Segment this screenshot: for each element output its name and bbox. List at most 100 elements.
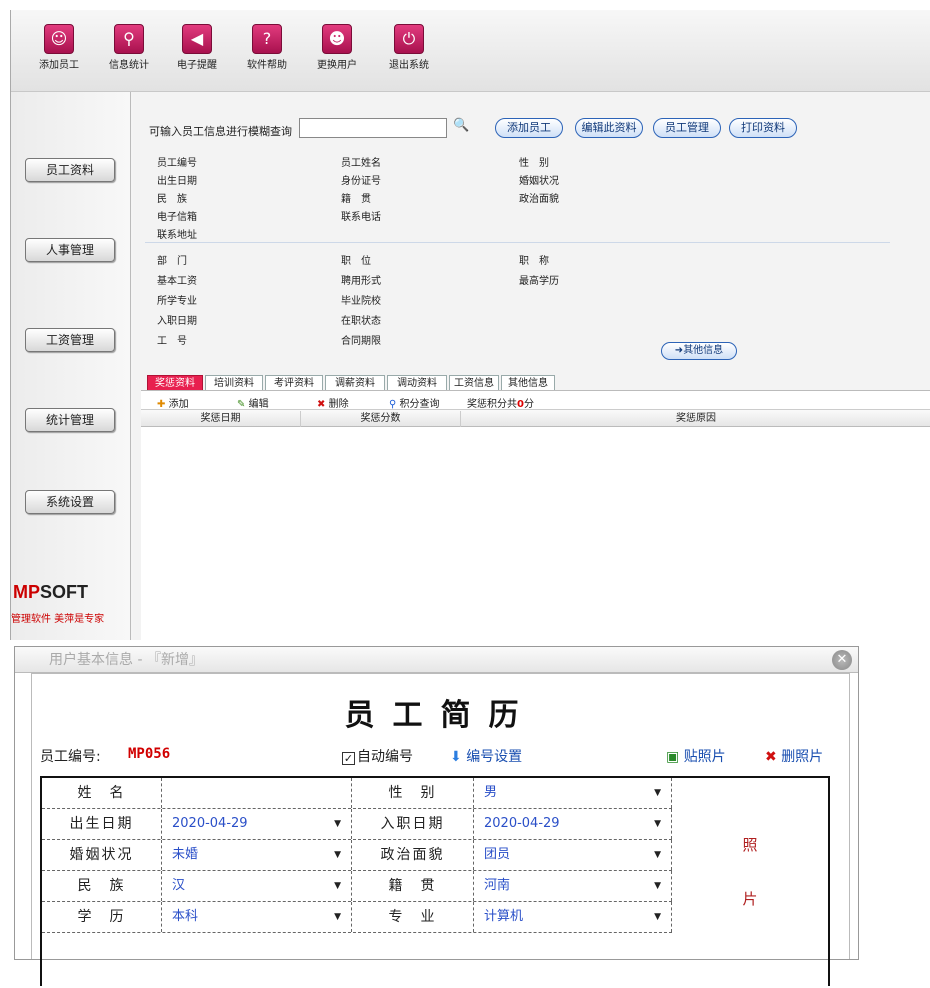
tab-other-info[interactable]: 其他信息 xyxy=(501,375,555,391)
rewards-grid: ✚ 添加 ✎ 编辑 ✖ 删除 ⚲ 积分查询 奖惩积分共0分 奖惩日期 奖惩分数 … xyxy=(141,390,930,640)
tab-rewards[interactable]: 奖惩资料 xyxy=(147,375,203,391)
dropdown-icon: ▼ xyxy=(654,881,661,891)
photo-area[interactable]: 照 片 xyxy=(672,778,828,988)
main-window: ☺ 添加员工 ⚲ 信息统计 ◀ 电子提醒 ? 软件帮助 ☻ 更换用户 ⏻ 退出系统 员工资料… xyxy=(10,10,930,640)
hire-date-picker[interactable]: 2020-04-29 ▼ xyxy=(474,809,672,839)
major-label: 专 业 xyxy=(352,902,474,932)
edit-record-pill[interactable]: 编辑此资料 xyxy=(575,118,643,138)
gender-label: 性 别 xyxy=(352,778,474,808)
column-header[interactable]: 奖惩分数 xyxy=(301,411,461,427)
marital-select[interactable]: 未婚 ▼ xyxy=(162,840,352,870)
tab-evaluation[interactable]: 考评资料 xyxy=(265,375,323,391)
form-row: 婚姻状况 未婚 ▼ 政治面貌 团员 ▼ xyxy=(42,840,672,871)
column-header[interactable]: 奖惩日期 xyxy=(141,411,301,427)
sidebar-item-employee-data[interactable]: 员工资料 xyxy=(25,158,115,182)
search-icon[interactable]: 🔍 xyxy=(453,118,469,134)
employee-manage-pill[interactable]: 员工管理 xyxy=(653,118,721,138)
hire-date-label: 入职日期 xyxy=(352,809,474,839)
grid-delete-button[interactable]: ✖ 删除 xyxy=(317,395,349,410)
hometown-select[interactable]: 河南 ▼ xyxy=(474,871,672,901)
power-icon: ⏻ xyxy=(394,24,424,54)
help-icon: ? xyxy=(252,24,282,54)
divider xyxy=(145,242,890,243)
field-label: 在职状态 xyxy=(341,316,381,327)
field-label: 合同期限 xyxy=(341,336,381,347)
political-select[interactable]: 团员 ▼ xyxy=(474,840,672,870)
search-input[interactable] xyxy=(299,118,447,138)
ethnicity-select[interactable]: 汉 ▼ xyxy=(162,871,352,901)
tab-training[interactable]: 培训资料 xyxy=(205,375,263,391)
dropdown-icon: ▼ xyxy=(654,850,661,860)
education-label: 学 历 xyxy=(42,902,162,932)
toolbar: ☺ 添加员工 ⚲ 信息统计 ◀ 电子提醒 ? 软件帮助 ☻ 更换用户 ⏻ 退出系统 xyxy=(11,10,930,92)
auto-number-checkbox[interactable]: ✓ 自动编号 xyxy=(342,746,413,766)
users-icon: ☻ xyxy=(322,24,352,54)
exit-button[interactable]: ⏻ 退出系统 xyxy=(383,24,435,71)
name-input[interactable] xyxy=(162,778,352,808)
add-employee-pill[interactable]: 添加员工 xyxy=(495,118,563,138)
help-button[interactable]: ? 软件帮助 xyxy=(241,24,293,71)
field-label: 联系电话 xyxy=(341,212,381,223)
tab-transfer[interactable]: 调动资料 xyxy=(387,375,447,391)
other-info-button[interactable]: ➜其他信息 xyxy=(661,342,737,360)
sidebar: 员工资料 人事管理 工资管理 统计管理 系统设置 MPSOFT 管理软件 美萍是… xyxy=(11,92,131,640)
slogan: 管理软件 美萍是专家 xyxy=(11,614,105,625)
field-label: 所学专业 xyxy=(157,296,197,307)
field-label: 身份证号 xyxy=(341,176,381,187)
ethnicity-label: 民 族 xyxy=(42,871,162,901)
print-pill[interactable]: 打印资料 xyxy=(729,118,797,138)
field-label: 婚姻状况 xyxy=(519,176,559,187)
field-label: 毕业院校 xyxy=(341,296,381,307)
column-header[interactable]: 奖惩原因 xyxy=(461,411,930,427)
switch-user-button[interactable]: ☻ 更换用户 xyxy=(311,24,363,71)
field-label: 联系地址 xyxy=(157,230,197,241)
field-label: 员工姓名 xyxy=(341,158,381,169)
delete-photo-button[interactable]: ✖ 删照片 xyxy=(765,746,823,766)
number-setting-link[interactable]: ⬇ 编号设置 xyxy=(450,746,522,766)
close-icon[interactable]: ✕ xyxy=(832,650,852,670)
name-label: 姓 名 xyxy=(42,778,162,808)
education-select[interactable]: 本科 ▼ xyxy=(162,902,352,932)
resume-form: 姓 名 性 别 男 ▼ 出生日期 2020-04-29 ▼ 入职日期 2020-04… xyxy=(40,776,830,986)
user-info-dialog: 用户基本信息 - 『新增』 ✕ 员工简历 员工编号: MP056 ✓ 自动编号 ⬇… xyxy=(14,646,859,986)
birthdate-label: 出生日期 xyxy=(42,809,162,839)
reminder-button[interactable]: ◀ 电子提醒 xyxy=(171,24,223,71)
employee-number-label: 员工编号: xyxy=(40,749,101,765)
dropdown-icon: ▼ xyxy=(334,912,341,922)
logo: MPSOFT xyxy=(13,582,88,602)
grid-points-query-button[interactable]: ⚲ 积分查询 xyxy=(389,395,440,410)
field-label: 性 别 xyxy=(519,158,549,169)
field-label: 工 号 xyxy=(157,336,187,347)
sidebar-item-hr[interactable]: 人事管理 xyxy=(25,238,115,262)
dropdown-icon: ▼ xyxy=(334,850,341,860)
employee-panel: 可输入员工信息进行模糊查询 🔍 添加员工 编辑此资料 员工管理 打印资料 员工编… xyxy=(133,92,930,640)
grid-header: 奖惩日期 奖惩分数 奖惩原因 xyxy=(141,409,930,427)
add-employee-button[interactable]: ☺ 添加员工 xyxy=(33,24,85,71)
sidebar-item-settings[interactable]: 系统设置 xyxy=(25,490,115,514)
tab-salary-info[interactable]: 工资信息 xyxy=(449,375,499,391)
field-label: 籍 贯 xyxy=(341,194,371,205)
field-label: 电子信箱 xyxy=(157,212,197,223)
tab-salary-adjust[interactable]: 调薪资料 xyxy=(325,375,385,391)
photo-label: 照 xyxy=(742,836,758,854)
paste-photo-button[interactable]: ▣ 贴照片 xyxy=(666,746,726,766)
field-label: 政治面貌 xyxy=(519,194,559,205)
gender-select[interactable]: 男 ▼ xyxy=(474,778,672,808)
grid-add-button[interactable]: ✚ 添加 xyxy=(157,395,189,410)
info-stats-button[interactable]: ⚲ 信息统计 xyxy=(103,24,155,71)
hometown-label: 籍 贯 xyxy=(352,871,474,901)
user-add-icon: ☺ xyxy=(44,24,74,54)
birthdate-picker[interactable]: 2020-04-29 ▼ xyxy=(162,809,352,839)
dropdown-icon: ▼ xyxy=(654,912,661,922)
grid-edit-button[interactable]: ✎ 编辑 xyxy=(237,395,269,410)
field-label: 聘用形式 xyxy=(341,276,381,287)
speaker-icon: ◀ xyxy=(182,24,212,54)
dropdown-icon: ▼ xyxy=(654,819,661,829)
dialog-title: 用户基本信息 - 『新增』 ✕ xyxy=(15,647,858,673)
sidebar-item-stats[interactable]: 统计管理 xyxy=(25,408,115,432)
field-label: 职 位 xyxy=(341,256,371,267)
form-row: 民 族 汉 ▼ 籍 贯 河南 ▼ xyxy=(42,871,672,902)
major-select[interactable]: 计算机 ▼ xyxy=(474,902,672,932)
marital-label: 婚姻状况 xyxy=(42,840,162,870)
sidebar-item-salary[interactable]: 工资管理 xyxy=(25,328,115,352)
